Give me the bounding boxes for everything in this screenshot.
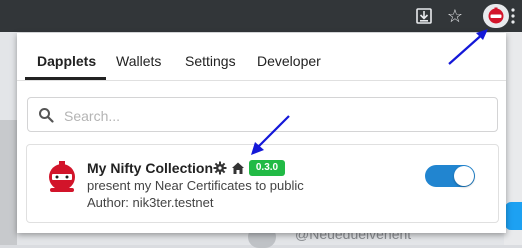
annotation-arrow-extension [448,29,488,65]
annotation-arrow-home [251,115,290,155]
dapplet-author: Author: nik3ter.testnet [87,195,214,210]
active-tab-indicator [25,77,106,80]
star-icon[interactable]: ☆ [445,6,465,26]
tab-settings[interactable]: Settings [185,53,236,69]
dapplet-extension-icon [488,7,504,24]
browser-toolbar: ☆ [0,0,522,32]
popup-tabs: Dapplets Wallets Settings Developer [17,33,506,81]
browser-menu-icon[interactable] [510,7,516,25]
search-icon [39,108,54,123]
dapplet-enable-toggle[interactable] [425,165,475,187]
version-badge: 0.3.0 [249,160,285,176]
download-icon[interactable] [414,6,434,26]
dapplet-title: My Nifty Collection [87,160,214,176]
tab-developer[interactable]: Developer [257,53,321,69]
home-icon[interactable] [231,161,245,175]
page-left-strip [0,120,17,245]
tab-wallets[interactable]: Wallets [116,53,161,69]
settings-gear-icon[interactable] [213,161,227,175]
dapplet-logo-icon [49,161,75,192]
toggle-knob [454,166,474,186]
page-side-button[interactable] [505,202,522,230]
dapplet-description: present my Near Certificates to public [87,178,304,193]
tab-dapplets[interactable]: Dapplets [37,53,96,69]
